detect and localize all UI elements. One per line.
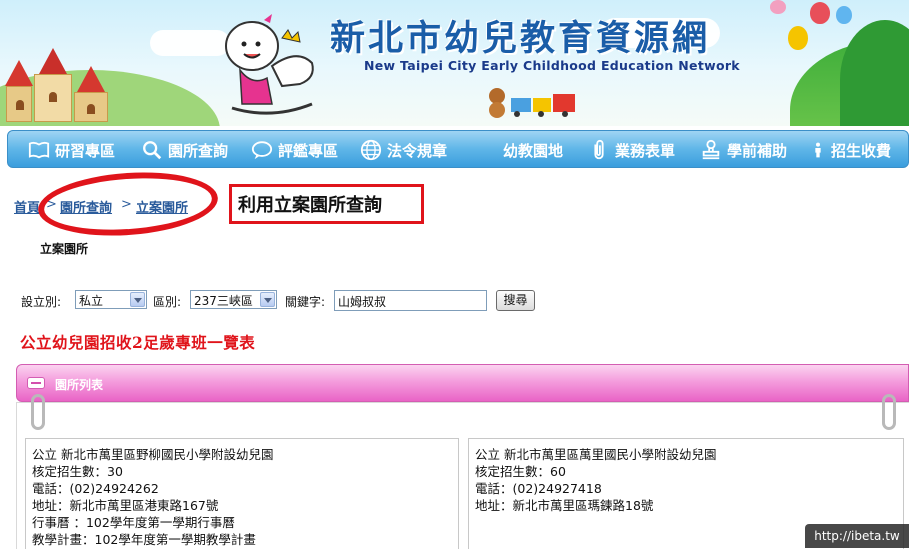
school-name[interactable]: 公立 新北市萬里區萬里國民小學附設幼兒園 — [475, 446, 897, 463]
nav-item-school-search[interactable]: 園所查詢 — [141, 131, 228, 169]
chevron-down-icon — [130, 292, 145, 307]
type-filter-label: 設立別: — [21, 295, 62, 309]
nav-item-early-ed[interactable]: 幼教園地 — [476, 131, 563, 169]
nav-item-label: 研習專區 — [55, 141, 116, 160]
balloon-decoration — [810, 2, 830, 24]
school-quota: 核定招生數：30 — [32, 464, 123, 479]
school-list-header-label: 園所列表 — [55, 378, 104, 392]
nav-item-label: 幼教園地 — [503, 141, 564, 160]
nav-item-label: 業務表單 — [615, 141, 676, 160]
nav-item-preschool-subsidy[interactable]: 學前補助 — [700, 131, 787, 169]
main-nav: 研習專區 園所查詢 評鑑專區 法令規章 幼教園地 業務表單 學前補助 招生收費 — [7, 130, 909, 168]
school-phone: 電話：(02)24927418 — [475, 481, 602, 496]
site-banner: 新北市幼兒教育資源網 New Taipei City Early Childho… — [0, 0, 909, 126]
school-list-header-bar: 園所列表 — [16, 364, 909, 402]
collapse-icon[interactable] — [27, 377, 45, 389]
nav-item-label: 園所查詢 — [168, 141, 229, 160]
nav-item-forms[interactable]: 業務表單 — [588, 131, 675, 169]
district-filter-value: 237三峽區 — [194, 294, 253, 308]
moon-icon — [480, 141, 494, 157]
castle-illustration — [2, 46, 132, 122]
chevron-down-icon — [260, 292, 275, 307]
district-filter-select[interactable]: 237三峽區 — [190, 290, 277, 309]
school-address: 地址：新北市萬里區瑪鍊路18號 — [475, 498, 654, 513]
watermark: http://ibeta.tw — [805, 524, 909, 548]
balloon-decoration — [836, 6, 852, 24]
book-icon — [28, 141, 50, 159]
globe-icon — [360, 139, 382, 161]
school-calendar-link[interactable]: 行事曆 ：102學年度第一學期行事曆 — [32, 514, 452, 531]
binder-ring-decoration — [31, 394, 45, 430]
nav-item-label: 評鑑專區 — [278, 141, 339, 160]
school-plan-link[interactable]: 教學計畫：102學年度第一學期教學計畫 — [32, 531, 452, 548]
breadcrumb-home-link[interactable]: 首頁 — [14, 197, 40, 216]
district-filter-label: 區別: — [153, 295, 182, 309]
balloon-decoration — [770, 0, 786, 14]
balloon-decoration — [788, 26, 808, 50]
search-icon — [143, 141, 162, 160]
nav-item-evaluation[interactable]: 評鑑專區 — [251, 131, 338, 169]
school-quota: 核定招生數：60 — [475, 464, 566, 479]
page-title: 立案園所 — [40, 242, 89, 256]
highlight-ellipse-annotation — [36, 166, 220, 242]
keyword-input[interactable]: 山姆叔叔 — [334, 290, 487, 311]
hill-decoration — [840, 20, 909, 126]
type-filter-select[interactable]: 私立 — [75, 290, 147, 309]
school-phone: 電話：(02)24924262 — [32, 481, 159, 496]
school-card: 公立 新北市萬里區野柳國民小學附設幼兒園 核定招生數：30 電話：(02)249… — [25, 438, 459, 549]
binder-ring-decoration — [882, 394, 896, 430]
speech-bubble-icon — [251, 141, 273, 160]
nav-item-label: 法令規章 — [387, 141, 448, 160]
list-heading: 公立幼兒園招收2足歲專班一覽表 — [20, 333, 256, 352]
type-filter-value: 私立 — [79, 294, 104, 308]
site-subtitle: New Taipei City Early Childhood Educatio… — [364, 58, 740, 73]
nav-item-label: 學前補助 — [727, 141, 788, 160]
stamp-icon — [702, 139, 720, 160]
search-button[interactable]: 搜尋 — [496, 290, 535, 311]
nav-item-training[interactable]: 研習專區 — [28, 131, 115, 169]
school-name[interactable]: 公立 新北市萬里區野柳國民小學附設幼兒園 — [32, 446, 452, 463]
nav-item-label: 招生收費 — [831, 141, 892, 160]
child-mascot-illustration — [225, 14, 314, 115]
toy-bear-train-illustration — [489, 88, 575, 118]
person-icon — [815, 142, 821, 158]
paperclip-icon — [594, 139, 604, 160]
annotation-callout: 利用立案園所查詢 — [229, 184, 424, 224]
nav-item-regulations[interactable]: 法令規章 — [360, 131, 447, 169]
school-address: 地址：新北市萬里區港東路167號 — [32, 498, 219, 513]
site-title: 新北市幼兒教育資源網 — [330, 19, 711, 59]
keyword-label: 關鍵字: — [285, 295, 326, 309]
nav-item-enrollment-fees[interactable]: 招生收費 — [810, 131, 891, 169]
